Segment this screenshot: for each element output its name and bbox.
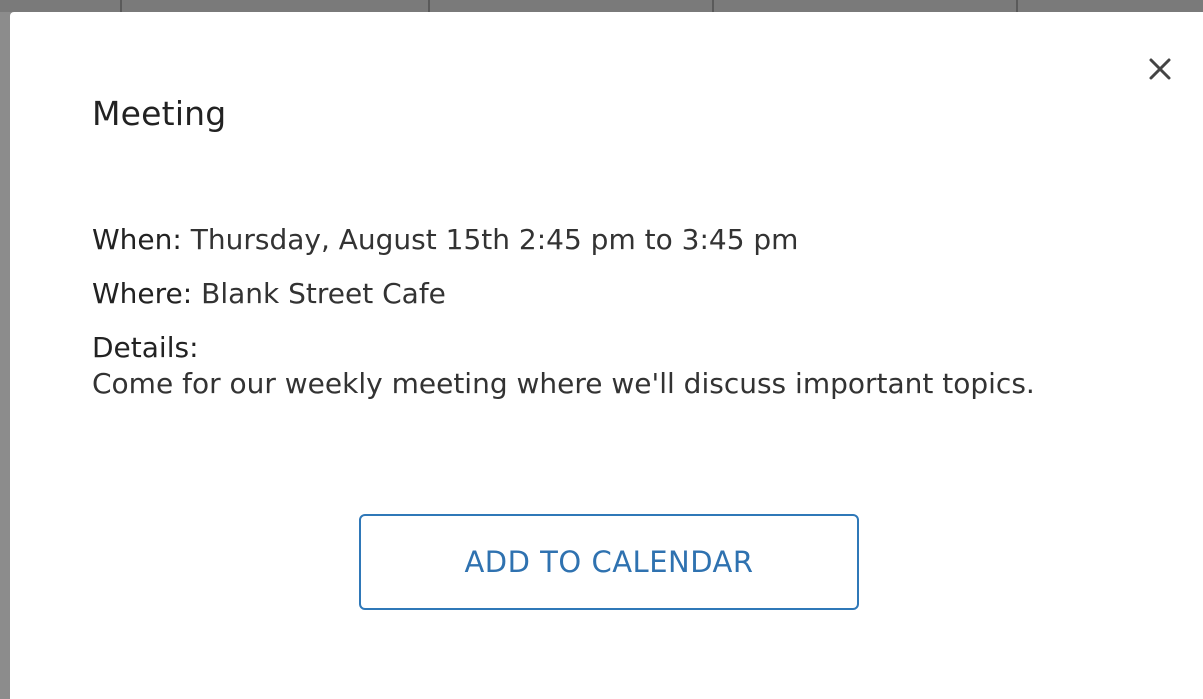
event-info: When: Thursday, August 15th 2:45 pm to 3… <box>92 222 1092 402</box>
close-icon <box>1149 58 1171 80</box>
event-title: Meeting <box>92 94 227 133</box>
when-label: When: <box>92 223 182 256</box>
background-divider <box>428 0 430 12</box>
background-divider <box>1016 0 1018 12</box>
event-where: Where: Blank Street Cafe <box>92 276 1092 312</box>
add-to-calendar-button[interactable]: ADD TO CALENDAR <box>359 514 859 610</box>
where-label: Where: <box>92 277 193 310</box>
details-label: Details: <box>92 331 199 364</box>
background-calendar-edge <box>0 0 1203 12</box>
event-when: When: Thursday, August 15th 2:45 pm to 3… <box>92 222 1092 258</box>
details-text: Come for our weekly meeting where we'll … <box>92 367 1035 400</box>
background-divider <box>712 0 714 12</box>
background-divider <box>120 0 122 12</box>
when-value: Thursday, August 15th 2:45 pm to 3:45 pm <box>190 223 799 256</box>
where-value: Blank Street Cafe <box>201 277 446 310</box>
close-button[interactable] <box>1143 52 1177 86</box>
event-details-dialog: Meeting When: Thursday, August 15th 2:45… <box>10 12 1203 699</box>
